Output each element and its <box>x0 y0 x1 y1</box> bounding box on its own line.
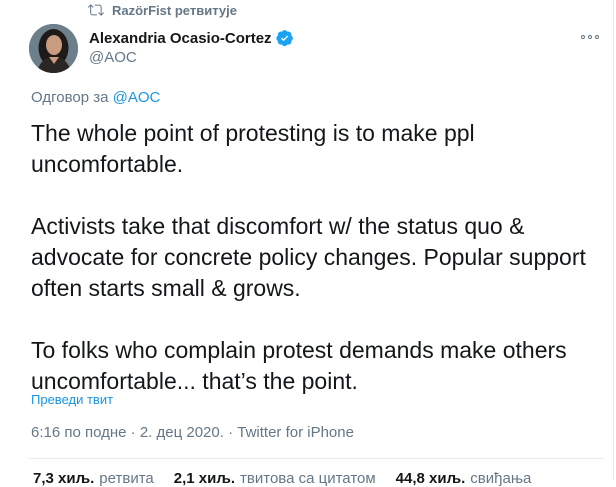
likes-label: свиђања <box>470 470 532 487</box>
quotes-label: твитова са цитатом <box>240 470 376 487</box>
tweet-paragraph-3: To folks who complain protest demands ma… <box>31 337 567 394</box>
tweet-timestamp-source[interactable]: 6:16 по подне · 2. дец 2020. · Twitter f… <box>31 424 354 441</box>
reply-to-handle-link[interactable]: @AOC <box>113 89 161 106</box>
tweet-card: RazörFist ретвитује Alexandria Ocasio-Co… <box>0 0 614 487</box>
retweets-count: 7,3 хиљ. <box>33 470 95 487</box>
retweet-header[interactable]: RazörFist ретвитује <box>88 0 237 20</box>
avatar-image <box>29 24 78 73</box>
translate-tweet-link[interactable]: Преведи твит <box>31 392 113 407</box>
reply-to-prefix: Одговор за <box>31 89 109 106</box>
retweets-label: ретвита <box>99 470 154 487</box>
tweet-paragraph-2: Activists take that discomfort w/ the st… <box>31 213 586 301</box>
tweet-paragraph-1: The whole point of protesting is to make… <box>31 120 475 177</box>
likes-stat[interactable]: 44,8 хиљ. свиђања <box>396 470 532 487</box>
avatar[interactable] <box>29 24 78 73</box>
author-block: Alexandria Ocasio-Cortez @AOC <box>89 28 294 66</box>
reply-to-line: Одговор за @AOC <box>31 89 160 106</box>
retweet-icon <box>88 4 104 16</box>
engagement-stats: 7,3 хиљ. ретвита 2,1 хиљ. твитова са цитат… <box>33 470 551 487</box>
verified-badge-icon <box>275 30 293 47</box>
author-name[interactable]: Alexandria Ocasio-Cortez <box>89 30 272 47</box>
retweet-header-text: RazörFist ретвитује <box>112 2 237 18</box>
quotes-stat[interactable]: 2,1 хиљ. твитова са цитатом <box>174 470 376 487</box>
author-handle[interactable]: @AOC <box>89 49 294 66</box>
tweet-text: The whole point of protesting is to make… <box>31 118 601 397</box>
quotes-count: 2,1 хиљ. <box>173 470 236 487</box>
more-options-icon[interactable] <box>581 30 599 44</box>
likes-count: 44,8 хиљ. <box>395 470 466 487</box>
retweets-stat[interactable]: 7,3 хиљ. ретвита <box>33 470 154 487</box>
divider <box>29 458 604 459</box>
